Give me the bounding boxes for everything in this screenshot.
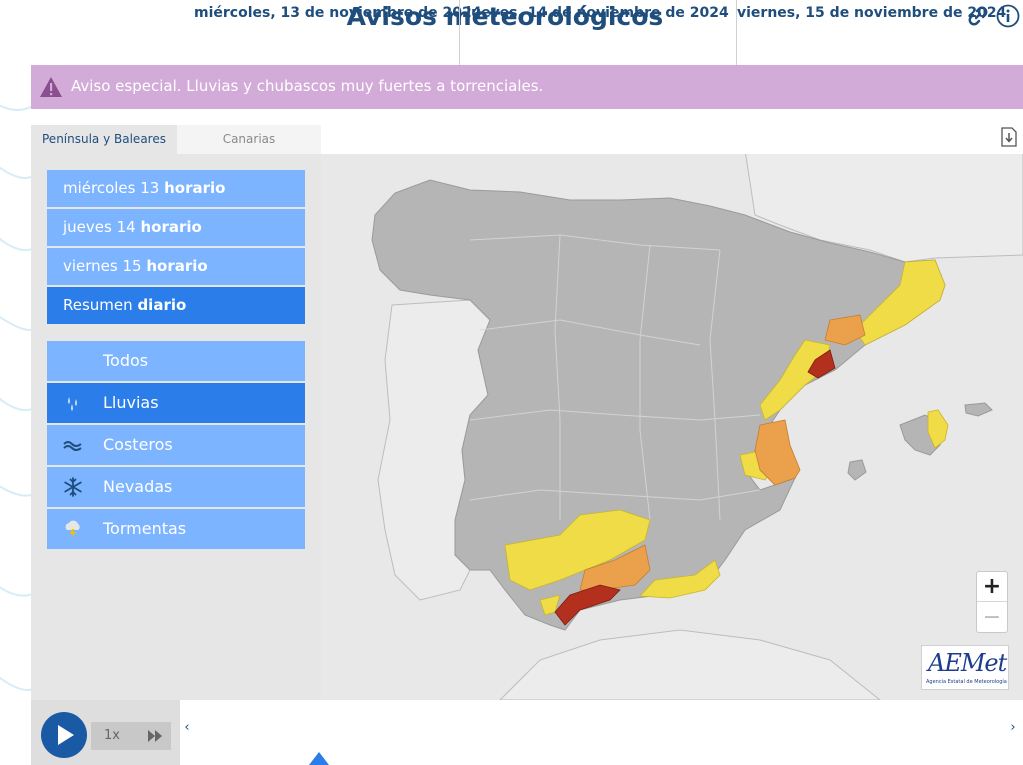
aemet-warnings-page: Avisos meteorológicos Aviso especial. Ll… <box>0 0 1023 765</box>
warnings-map[interactable] <box>321 154 1023 700</box>
filter-label: Todos <box>103 351 149 370</box>
timeline-day-15[interactable]: viernes, 15 de noviembre de 2024 <box>736 0 1006 65</box>
filter-label: Nevadas <box>103 477 173 496</box>
filter-tormentas-button[interactable]: Tormentas <box>47 509 305 549</box>
day-mode-label: horario <box>140 218 202 236</box>
waves-icon <box>63 441 82 451</box>
timeline-next-arrow[interactable]: › <box>1006 720 1020 735</box>
logo-subtitle: Agencia Estatal de Meteorología <box>926 679 1007 685</box>
day-button-miercoles-13[interactable]: miércoles 13 horario <box>47 170 305 207</box>
speed-label: 1x <box>104 728 120 743</box>
day-button-jueves-14[interactable]: jueves 14 horario <box>47 209 305 246</box>
day-label: miércoles 13 <box>63 179 160 197</box>
day-mode-label: diario <box>137 296 187 314</box>
aemet-logo: AEMet Agencia Estatal de Meteorología <box>921 645 1009 690</box>
timeline: ‹ › <box>180 700 1023 765</box>
fast-forward-icon[interactable] <box>147 729 163 743</box>
filter-todos-button[interactable]: Todos <box>47 341 305 381</box>
filter-label: Lluvias <box>103 393 159 412</box>
filter-lluvias-button[interactable]: Lluvias <box>47 383 305 423</box>
play-icon <box>58 725 74 745</box>
zoom-in-button[interactable]: + <box>977 572 1007 602</box>
filter-nevadas-button[interactable]: Nevadas <box>47 467 305 507</box>
zoom-control: + − <box>976 571 1008 633</box>
day-label: jueves 14 <box>63 218 136 236</box>
day-label: Resumen <box>63 296 133 314</box>
timeline-day-14[interactable]: jueves, 14 de noviembre de 2024 <box>459 0 735 65</box>
day-mode-label: horario <box>164 179 226 197</box>
timeline-current-marker <box>309 752 329 765</box>
filter-label: Costeros <box>103 435 173 454</box>
timeline-day-13[interactable]: miércoles, 13 de noviembre de 2024 <box>194 0 482 65</box>
zoom-out-button[interactable]: − <box>977 603 1007 633</box>
warning-icon <box>40 77 62 97</box>
timeline-prev-arrow[interactable]: ‹ <box>180 720 194 735</box>
download-icon[interactable] <box>1000 126 1018 148</box>
banner-text: Aviso especial. Lluvias y chubascos muy … <box>71 77 544 95</box>
play-button[interactable] <box>41 712 87 758</box>
speed-control[interactable]: 1x <box>91 722 171 750</box>
day-button-resumen-diario[interactable]: Resumen diario <box>47 287 305 324</box>
tab-canarias[interactable]: Canarias <box>177 125 321 154</box>
special-warning-banner[interactable]: Aviso especial. Lluvias y chubascos muy … <box>31 65 1023 109</box>
storm-icon <box>65 520 80 538</box>
rain-icon <box>68 397 77 411</box>
filter-costeros-button[interactable]: Costeros <box>47 425 305 465</box>
day-button-viernes-15[interactable]: viernes 15 horario <box>47 248 305 285</box>
day-label: viernes 15 <box>63 257 142 275</box>
logo-text: AEMet <box>928 649 1007 677</box>
snowflake-icon <box>64 477 82 497</box>
day-mode-label: horario <box>146 257 208 275</box>
filter-label: Tormentas <box>103 519 187 538</box>
tab-peninsula-baleares[interactable]: Península y Baleares <box>31 125 177 154</box>
